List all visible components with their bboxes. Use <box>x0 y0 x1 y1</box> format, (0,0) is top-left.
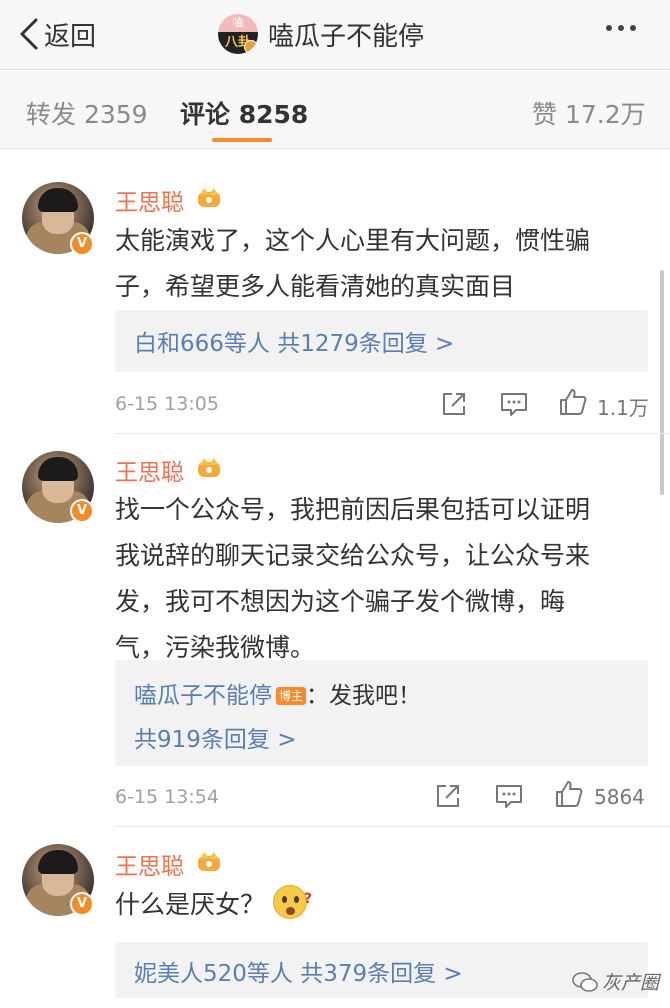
comment-text: 什么是厌女？? <box>115 882 645 928</box>
reply-summary-link[interactable]: 妮美人520等人 共379条回复 > <box>134 954 463 988</box>
share-icon[interactable] <box>439 389 469 419</box>
crown-icon <box>198 188 220 207</box>
reply-summary-link[interactable]: 白和666等人 共1279条回复 > <box>134 324 454 358</box>
scrollbar[interactable] <box>660 270 664 495</box>
reply-first-line[interactable]: 嗑瓜子不能停 博主 ：发我吧！ <box>134 676 421 710</box>
comment-text-line: 子，希望更多人能看清她的真实面目 <box>115 272 516 301</box>
comment-icon[interactable] <box>494 781 524 811</box>
crown-icon <box>198 458 220 477</box>
tab-bar: 转发 2359 评论 8258 赞 17.2万 <box>0 71 670 149</box>
comment-text: 太能演戏了，这个人心里有大问题，惯性骗 子，希望更多人能看清她的真实面目 <box>115 218 645 310</box>
like-icon[interactable] <box>554 779 584 809</box>
reply-summary-link[interactable]: 共919条回复 > <box>134 720 296 754</box>
reply-preview[interactable]: 嗑瓜子不能停 博主 ：发我吧！ 共919条回复 > <box>115 660 648 766</box>
crown-icon <box>198 852 220 871</box>
comment-username[interactable]: 王思聪 <box>115 453 184 487</box>
comment-timestamp: 6-15 13:05 <box>115 393 219 415</box>
watermark-text: 灰产圈 <box>602 972 660 994</box>
page-title-group[interactable]: 嗑 八卦 嗑瓜子不能停 <box>218 10 424 58</box>
back-label: 返回 <box>44 21 97 52</box>
reply-text: ：发我吧！ <box>306 683 422 709</box>
comment-text-line: 发，我可不想因为这个骗子发个微博，晦 <box>115 587 566 616</box>
reply-preview[interactable]: 妮美人520等人 共379条回复 > <box>115 942 648 998</box>
question-emoji-icon: ? <box>273 885 312 919</box>
comment-username[interactable]: 王思聪 <box>115 183 184 217</box>
verified-icon <box>244 40 258 54</box>
tab-comments[interactable]: 评论 8258 <box>180 95 308 131</box>
back-button[interactable]: 返回 <box>16 12 96 56</box>
verified-icon: V <box>70 232 94 256</box>
reply-preview[interactable]: 白和666等人 共1279条回复 > <box>115 310 648 372</box>
watermark: 灰产圈 <box>572 968 659 995</box>
chevron-left-icon <box>20 18 38 50</box>
page-title: 嗑瓜子不能停 <box>268 21 425 52</box>
comment-timestamp: 6-15 13:54 <box>115 786 219 808</box>
comment-text-line: 太能演戏了，这个人心里有大问题，惯性骗 <box>115 226 591 255</box>
verified-icon: V <box>70 892 94 916</box>
comment-icon[interactable] <box>499 389 529 419</box>
comment-username[interactable]: 王思聪 <box>115 847 184 881</box>
more-dots-icon[interactable] <box>606 25 636 31</box>
tab-reposts[interactable]: 转发 2359 <box>26 95 148 131</box>
comment-text: 找一个公众号，我把前因后果包括可以证明 我说辞的聊天记录交给公众号，让公众号来 … <box>115 487 645 671</box>
like-count: 5864 <box>594 785 645 809</box>
wechat-icon <box>572 971 598 992</box>
verified-icon: V <box>70 499 94 523</box>
comment-text-line: 找一个公众号，我把前因后果包括可以证明 <box>115 495 591 524</box>
divider <box>115 826 670 827</box>
like-count: 1.1万 <box>597 396 649 420</box>
like-icon[interactable] <box>558 387 588 417</box>
navigation-bar: 返回 嗑 八卦 嗑瓜子不能停 <box>0 0 670 70</box>
tab-likes[interactable]: 赞 17.2万 <box>532 95 646 131</box>
blogger-avatar: 嗑 八卦 <box>218 14 258 54</box>
divider <box>115 433 670 434</box>
avatar-top-text: 嗑 <box>218 14 258 32</box>
share-icon[interactable] <box>433 781 463 811</box>
reply-author[interactable]: 嗑瓜子不能停 <box>134 683 272 709</box>
comment-text-line: 我说辞的聊天记录交给公众号，让公众号来 <box>115 541 591 570</box>
comment-text-line: 什么是厌女？ <box>115 890 266 919</box>
active-tab-indicator <box>212 138 272 142</box>
blogger-badge: 博主 <box>276 687 307 705</box>
